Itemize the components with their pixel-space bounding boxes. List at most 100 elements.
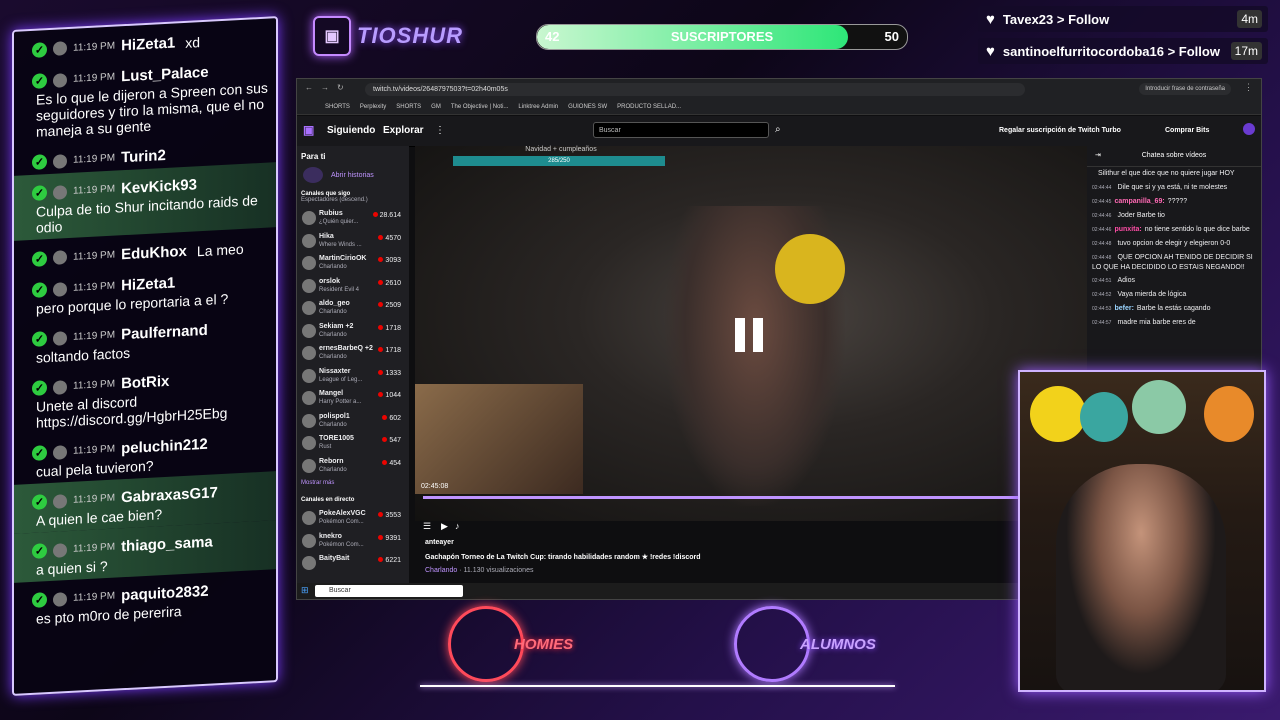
- viewer-count: 602: [389, 414, 401, 422]
- chat-text: tuvo opcion de elegir y elegieron 0-0: [1117, 240, 1231, 247]
- chat-time: 02:44:48: [1092, 255, 1112, 261]
- chat-username: KevKick93: [121, 176, 197, 198]
- collapse-icon[interactable]: ⇥: [1095, 146, 1101, 166]
- forward-icon[interactable]: →: [321, 83, 329, 92]
- channel-viewers: 602: [382, 414, 401, 422]
- windows-start-icon[interactable]: ⊞: [301, 585, 309, 596]
- video-player[interactable]: Navidad + cumpleaños 285/250 02:45:08: [415, 146, 1087, 521]
- chapters-icon[interactable]: ☰: [423, 521, 431, 532]
- video-title: Gachapón Torneo de La Twitch Cup: tirand…: [425, 554, 701, 561]
- channel-viewers: 4570: [378, 234, 401, 242]
- video-category[interactable]: Charlando: [425, 567, 457, 574]
- live-dot-icon: [378, 557, 384, 562]
- viewer-count: 2610: [385, 279, 401, 287]
- user-icon: [53, 184, 67, 200]
- followed-sort[interactable]: Espectadores (descend.): [297, 197, 409, 207]
- followed-channel-list: Rubius ¿Quién quier... 28.614 Hika Where Win…: [297, 207, 409, 477]
- chat-time: 11:19 PM: [73, 329, 116, 343]
- channel-game: Charlando: [319, 466, 347, 473]
- back-icon[interactable]: ←: [305, 83, 313, 92]
- reload-icon[interactable]: ↻: [337, 83, 344, 92]
- viewer-count: 1333: [385, 369, 401, 377]
- sidebar-channel[interactable]: Mangel Harry Potter a... 1044: [297, 387, 409, 410]
- viewer-count: 3093: [385, 257, 401, 264]
- player-controls: ☰ ▶ ♪: [415, 521, 1087, 535]
- pip-camera: 02:45:08: [415, 384, 583, 494]
- heart-icon: ♥: [986, 42, 995, 60]
- sidebar-channel[interactable]: aldo_geo Charlando 2509: [297, 297, 409, 320]
- sidebar-channel[interactable]: orslok Resident Evil 4 2610: [297, 275, 409, 298]
- sidebar-channel[interactable]: knekro Pokémon Com... 9391: [297, 530, 409, 553]
- address-bar[interactable]: twitch.tv/videos/2648797503?t=02h40m05s: [365, 83, 1025, 96]
- bookmark-item[interactable]: Perplexity: [360, 104, 386, 110]
- chat-message: 02:44:48 QUE OPCION AH TENIDO DE DECIDIR …: [1087, 251, 1261, 274]
- chat-username: EduKhox: [121, 242, 187, 263]
- channel-avatar: [302, 436, 316, 450]
- sidebar-channel[interactable]: ernesBarbeQ +2 Charlando 1718: [297, 342, 409, 365]
- video-progress-bar[interactable]: [423, 496, 1083, 499]
- sidebar-channel[interactable]: Hika Where Winds ... 4570: [297, 230, 409, 253]
- sidebar-channel[interactable]: polispol1 Charlando 602: [297, 410, 409, 433]
- chat-username: HiZeta1: [121, 33, 176, 54]
- bookmark-item[interactable]: GM: [431, 104, 441, 110]
- show-more-link[interactable]: Mostrar más: [297, 477, 409, 489]
- channel-avatar: [302, 323, 316, 338]
- channel-name: PokeAlexVGC: [319, 510, 366, 517]
- avatar[interactable]: [1243, 123, 1255, 135]
- chat-message: 02:44:46 punxita: no tiene sentido lo que …: [1087, 223, 1261, 237]
- chat-time: 02:44:52: [1092, 292, 1112, 298]
- search-input[interactable]: Buscar: [593, 122, 769, 138]
- stories-button[interactable]: Abrir historias: [297, 163, 409, 187]
- chat-text: Barbe la estás cagando: [1136, 305, 1211, 312]
- bookmark-item[interactable]: SHORTS: [325, 104, 350, 110]
- twitch-glitch-icon[interactable]: ▣: [303, 123, 314, 137]
- subscriber-goal-bar: 42 SUSCRIPTORES 50: [536, 24, 908, 50]
- viewer-count: 4570: [385, 234, 401, 242]
- bits-button[interactable]: Comprar Bits: [1165, 127, 1209, 134]
- play-icon[interactable]: ▶: [441, 521, 448, 532]
- video-channel[interactable]: anteayer: [425, 539, 454, 546]
- turbo-link[interactable]: Regalar suscripción de Twitch Turbo: [999, 127, 1121, 134]
- channel-name: aldo_geo: [319, 300, 350, 307]
- channel-game: Charlando: [319, 264, 347, 270]
- pause-icon[interactable]: [735, 318, 765, 352]
- bookmark-item[interactable]: Linktree Admin: [518, 104, 558, 110]
- password-hint[interactable]: Introducir frase de contraseña: [1139, 83, 1231, 95]
- sidebar-channel[interactable]: TORE1005 Rust 547: [297, 432, 409, 455]
- viewer-count: 454: [389, 459, 401, 467]
- divider-line: [420, 685, 895, 687]
- more-icon[interactable]: ⋮: [435, 125, 445, 136]
- volume-icon[interactable]: ♪: [455, 521, 460, 531]
- sidebar-channel[interactable]: BaityBait 6221: [297, 552, 409, 575]
- search-icon[interactable]: ⌕: [775, 124, 781, 135]
- nav-explore[interactable]: Explorar: [383, 125, 424, 136]
- sidebar-channel[interactable]: PokeAlexVGC Pokémon Com... 3553: [297, 507, 409, 530]
- bookmark-item[interactable]: SHORTS: [396, 104, 421, 110]
- channel-game: Where Winds ...: [319, 241, 362, 248]
- chat-username[interactable]: punxita:: [1114, 226, 1141, 233]
- viewer-count: 2509: [385, 302, 401, 309]
- sidebar-channel[interactable]: Nissaxter League of Leg... 1333: [297, 365, 409, 388]
- channel-game: Pokémon Com...: [319, 541, 364, 548]
- chat-header: ⇥ Chatea sobre vídeos: [1087, 146, 1261, 167]
- sidebar-channel[interactable]: MartinCirioOK Charlando 3093: [297, 252, 409, 275]
- twitch-logo-icon: ▣: [313, 16, 351, 56]
- chat-message: 02:44:46 Joder Barbe tio: [1087, 209, 1261, 223]
- channel-game: Charlando: [319, 421, 347, 428]
- taskbar-search[interactable]: Buscar: [315, 585, 463, 597]
- video-views: · 11.130 visualizaciones: [459, 567, 534, 574]
- bookmark-item[interactable]: GUIONES SW: [568, 104, 607, 110]
- live-dot-icon: [382, 414, 388, 420]
- chat-username[interactable]: campanilla_69:: [1114, 198, 1164, 205]
- follow-alert: ♥ santinoelfurritocordoba16 > Follow 17m: [978, 38, 1268, 64]
- bookmark-item[interactable]: PRODUCTO SELLAD...: [617, 104, 681, 110]
- sidebar-channel[interactable]: Reborn Charlando 454: [297, 455, 409, 478]
- brand-name: TIOSHUR: [357, 23, 463, 48]
- sidebar-channel[interactable]: Sekiam +2 Charlando 1718: [297, 320, 409, 343]
- sidebar-channel[interactable]: Rubius ¿Quién quier... 28.614: [297, 207, 409, 230]
- bookmark-item[interactable]: The Objective | Noti...: [451, 104, 509, 110]
- live-dot-icon: [382, 459, 388, 465]
- chat-username[interactable]: befer:: [1114, 305, 1133, 312]
- nav-following[interactable]: Siguiendo: [327, 125, 375, 136]
- menu-icon[interactable]: ⋮: [1244, 82, 1253, 93]
